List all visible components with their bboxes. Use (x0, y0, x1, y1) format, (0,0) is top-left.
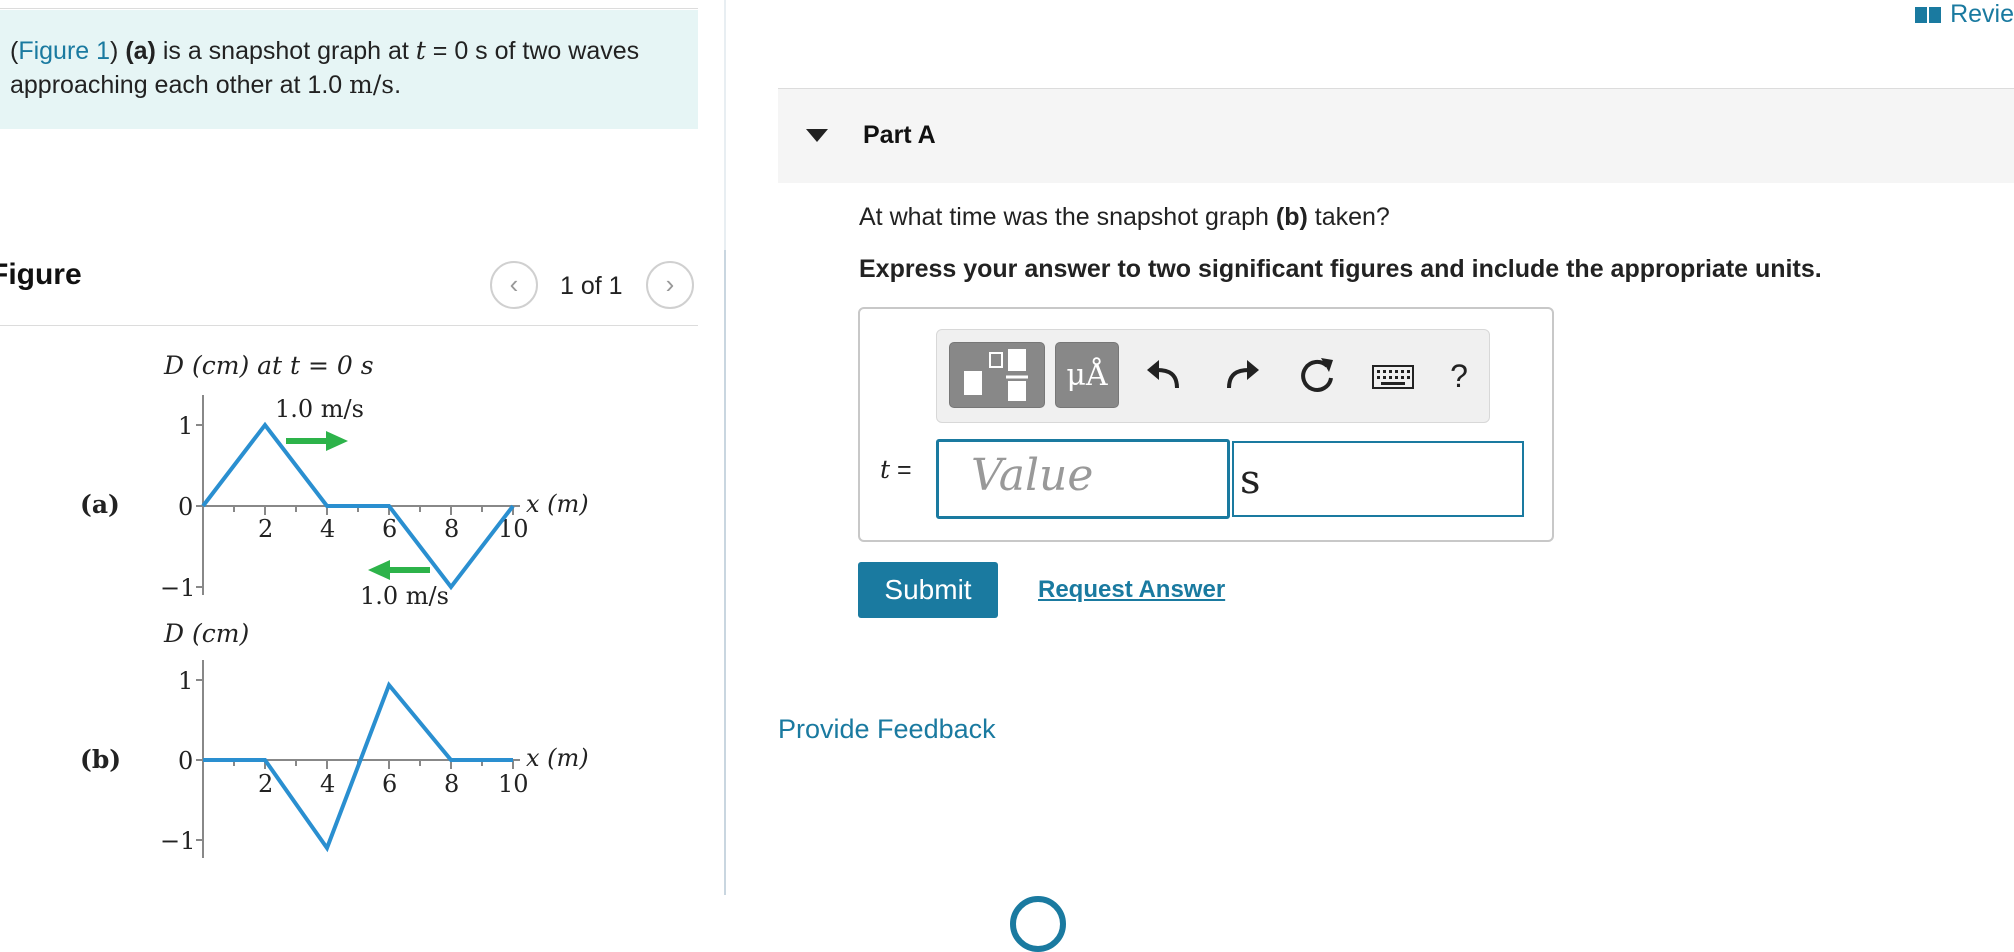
redo-button[interactable] (1213, 348, 1269, 404)
templates-button[interactable] (949, 342, 1045, 408)
math-toolbar: μÅ ? (936, 329, 1490, 423)
value-input[interactable]: Value (936, 439, 1230, 519)
graph-b-y-tick-neg1: −1 (160, 827, 195, 855)
graph-b-x-tick-10: 10 (498, 770, 529, 798)
graph-b-x-tick-4: 4 (320, 770, 335, 798)
submit-button[interactable]: Submit (858, 562, 998, 618)
reset-icon (1301, 358, 1333, 392)
reset-button[interactable] (1289, 348, 1345, 404)
graph-a-y-label: D (cm) at t = 0 s (163, 351, 374, 380)
graph-a-x-tick-8: 8 (444, 515, 459, 543)
problem-text-1: is a snapshot graph at (155, 37, 416, 65)
problem-text-3: approaching each other at 1.0 (10, 71, 350, 99)
keyboard-icon (1372, 365, 1414, 389)
undo-icon (1147, 360, 1179, 389)
graph-b-x-label: x (m) (526, 744, 589, 772)
next-figure-button[interactable]: › (646, 261, 694, 309)
graph-a-x-tick-2: 2 (258, 515, 273, 543)
caret-down-icon (806, 129, 828, 142)
book-icon (1915, 7, 1942, 23)
graph-a-x-tick-6: 6 (382, 515, 397, 543)
figure-graph: D (cm) at t = 0 s (a) 1 0 −1 2 4 6 8 10 … (80, 351, 589, 858)
t-variable: t (415, 36, 426, 65)
panel-divider-top (724, 0, 726, 250)
pearson-logo-icon (1010, 896, 1066, 952)
graph-a-speed-bottom: 1.0 m/s (360, 582, 449, 610)
keyboard-button[interactable] (1365, 348, 1421, 404)
instruction-text: Express your answer to two significant f… (859, 255, 1822, 283)
label-a: (a) (125, 37, 156, 65)
top-divider (0, 8, 698, 9)
answer-box: μÅ ? t = Value s (858, 307, 1554, 542)
review-label: Revie (1950, 0, 2014, 28)
graph-a-x-label: x (m) (526, 490, 589, 518)
graph-b-x-tick-6: 6 (382, 770, 397, 798)
help-button[interactable]: ? (1431, 348, 1487, 404)
prev-figure-button[interactable]: ‹ (490, 261, 538, 309)
figure-divider (0, 325, 698, 326)
chevron-right-icon: › (665, 269, 675, 299)
unit-input[interactable]: s (1232, 441, 1524, 517)
question-text: At what time was the snapshot graph (b) … (859, 203, 1390, 231)
graph-a: D (cm) at t = 0 s (a) 1 0 −1 2 4 6 8 10 … (80, 351, 589, 610)
figure-link[interactable]: Figure 1 (18, 37, 110, 65)
right-arrow-icon (286, 431, 348, 451)
graph-a-x-tick-4: 4 (320, 515, 335, 543)
graph-a-y-tick-0: 0 (178, 493, 193, 521)
part-title: Part A (863, 121, 936, 149)
units-button[interactable]: μÅ (1055, 342, 1119, 408)
figure-title: Figure (0, 258, 82, 291)
graph-a-y-tick-1: 1 (178, 412, 193, 440)
problem-statement: (Figure 1) (a) is a snapshot graph at t … (0, 10, 698, 129)
undo-button[interactable] (1137, 348, 1193, 404)
figure-counter: 1 of 1 (560, 272, 623, 300)
left-panel: (Figure 1) (a) is a snapshot graph at t … (0, 0, 724, 914)
graph-b-y-tick-0: 0 (178, 747, 193, 775)
answer-variable-label: t = (880, 455, 912, 484)
graph-b-y-label: D (cm) (163, 619, 249, 648)
graph-b-y-tick-1: 1 (178, 667, 193, 695)
graph-b-wave (203, 681, 513, 853)
graph-b: D (cm) (b) 1 0 −1 2 4 6 8 10 x (m) (80, 619, 589, 858)
graph-a-y-tick-neg1: −1 (160, 574, 195, 602)
graph-b-x-tick-8: 8 (444, 770, 459, 798)
review-link[interactable]: Revie (1914, 0, 2014, 29)
graph-a-speed-top: 1.0 m/s (275, 395, 364, 423)
problem-text-end: . (394, 71, 402, 99)
speed-unit: m/s (349, 70, 395, 99)
chevron-left-icon: ‹ (509, 269, 519, 299)
request-answer-link[interactable]: Request Answer (1038, 576, 1225, 604)
templates-icon (964, 349, 1028, 401)
redo-icon (1227, 360, 1259, 389)
left-arrow-icon (368, 560, 430, 580)
graph-b-panel-label: (b) (80, 745, 121, 774)
provide-feedback-link[interactable]: Provide Feedback (778, 714, 996, 745)
graph-a-panel-label: (a) (80, 490, 120, 519)
part-a-header[interactable]: Part A (778, 88, 2014, 183)
graph-b-x-tick-2: 2 (258, 770, 273, 798)
problem-text-2: = 0 s of two waves (425, 37, 640, 65)
